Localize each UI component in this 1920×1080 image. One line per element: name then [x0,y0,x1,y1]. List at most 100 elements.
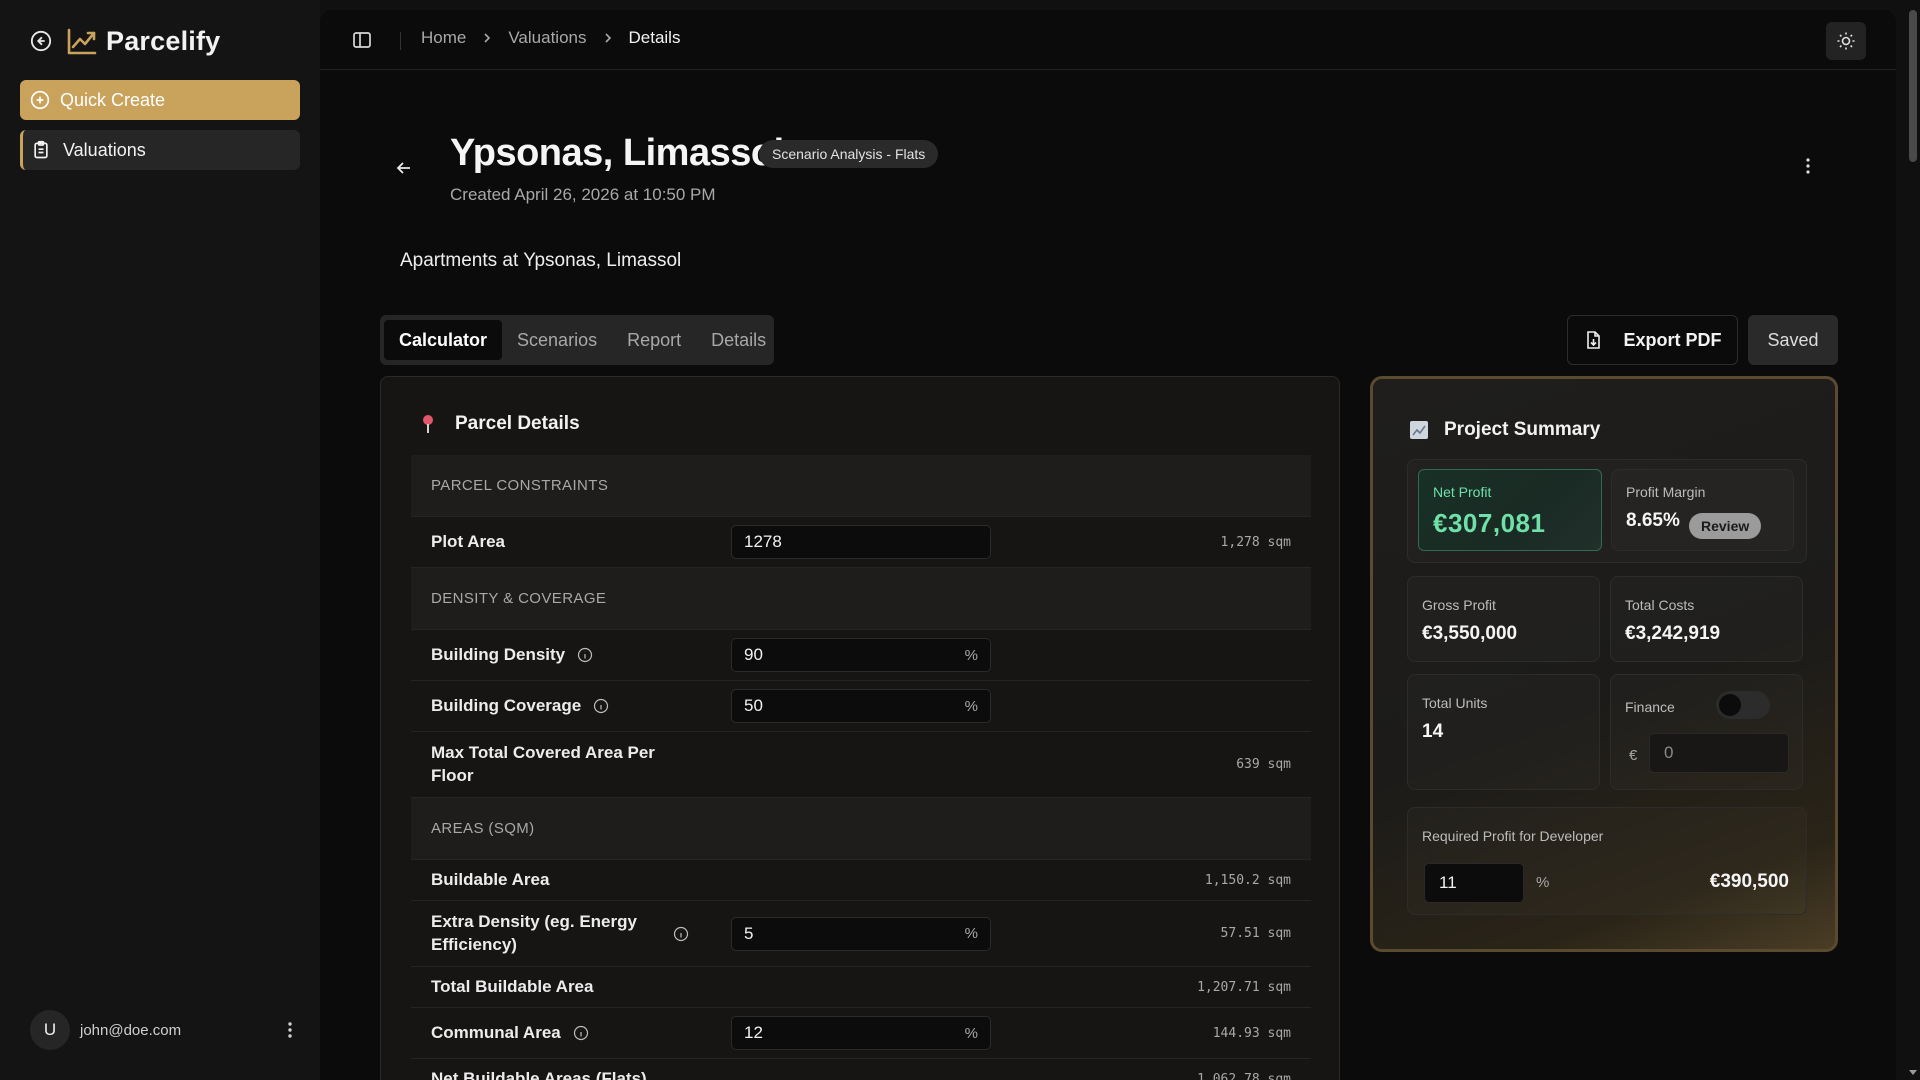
row-net-buildable-area: Net Buildable Areas (Flats) 1,062.78 sqm [411,1059,1311,1080]
required-profit-input[interactable]: 11 [1424,863,1524,903]
profit-margin-value: 8.65% [1626,510,1680,531]
page-scrollbar[interactable] [1906,0,1920,1080]
total-buildable-area-label: Total Buildable Area [431,976,594,996]
tab-scenarios[interactable]: Scenarios [502,320,612,360]
total-costs-label: Total Costs [1625,597,1695,613]
plot-area-input[interactable]: 1278 [731,525,991,559]
total-units-value: 14 [1422,721,1444,742]
total-costs-box: Total Costs €3,242,919 [1610,576,1803,662]
sun-icon [1837,32,1855,50]
building-coverage-input[interactable]: 50% [731,689,991,723]
saved-button[interactable]: Saved [1748,315,1838,365]
chart-icon [1410,421,1428,439]
back-circle-icon[interactable] [30,30,52,52]
building-density-input[interactable]: 90% [731,638,991,672]
tab-calculator[interactable]: Calculator [384,320,503,360]
communal-area-input[interactable]: 12% [731,1016,991,1050]
export-pdf-label: Export PDF [1623,329,1722,350]
info-icon[interactable] [573,1025,589,1041]
chart-line-logo-icon [67,28,97,55]
export-pdf-button[interactable]: Export PDF [1567,315,1738,365]
created-timestamp: Created April 26, 2026 at 10:50 PM [450,185,716,204]
back-arrow-icon[interactable] [394,158,414,178]
total-costs-value: €3,242,919 [1625,623,1721,644]
sidebar-toggle-icon[interactable] [352,30,372,50]
buildable-area-label: Buildable Area [431,869,550,889]
section-density-coverage: DENSITY & COVERAGE [411,568,1311,630]
extra-density-label: Extra Density (eg. Energy Efficiency) [431,912,637,954]
finance-label: Finance [1625,699,1675,715]
valuation-description: Apartments at Ypsonas, Limassol [400,250,682,271]
chevron-right-icon [484,33,491,43]
app-name: Parcelify [106,25,221,56]
quick-create-button[interactable]: Quick Create [20,80,300,120]
sidebar-item-valuations[interactable]: Valuations [20,130,300,170]
max-covered-area-computed: 639 sqm [1236,757,1291,772]
map-pin-icon [423,415,433,433]
required-profit-unit: % [1536,874,1550,891]
review-badge: Review [1689,513,1762,539]
top-bar: Home Valuations Details [320,10,1896,70]
info-icon[interactable] [673,926,689,942]
section-areas: AREAS (SQM) [411,798,1311,860]
profit-margin-label: Profit Margin [1626,484,1706,500]
row-plot-area: Plot Area 1278 1,278 sqm [411,517,1311,568]
breadcrumb: Home Valuations Details [421,28,680,48]
page-title: Ypsonas, Limassol [450,132,784,174]
buildable-area-computed: 1,150.2 sqm [1204,872,1291,888]
gross-profit-label: Gross Profit [1422,597,1496,613]
currency-symbol: € [1629,747,1638,764]
row-buildable-area: Buildable Area 1,150.2 sqm [411,860,1311,901]
required-profit-label: Required Profit for Developer [1422,828,1604,844]
clipboard-icon [34,140,48,159]
file-download-icon [1587,331,1601,349]
summary-title: Project Summary [1444,419,1601,440]
card-title: Parcel Details [455,413,580,434]
net-profit-value: €307,081 [1433,508,1546,538]
breadcrumb-valuations[interactable]: Valuations [508,28,586,48]
plus-circle-icon [30,90,50,110]
sidebar-item-label: Valuations [63,139,146,160]
parcel-details-header: Parcel Details [419,413,580,435]
total-units-box: Total Units 14 [1407,674,1600,790]
avatar: U [30,1010,70,1050]
sidebar: Parcelify Quick Create Valuations U john… [0,0,320,1080]
breadcrumb-home[interactable]: Home [421,28,466,48]
net-buildable-area-computed: 1,062.78 sqm [1197,1071,1291,1080]
project-summary-card: Project Summary Net Profit €307,081 Prof… [1370,376,1838,952]
theme-toggle-button[interactable] [1826,22,1866,60]
extra-density-input[interactable]: 5% [731,916,991,951]
info-icon[interactable] [577,647,593,663]
tab-report[interactable]: Report [612,320,696,360]
parcel-rows: PARCEL CONSTRAINTS Plot Area 1278 1,278 … [411,455,1311,1080]
building-coverage-label: Building Coverage [431,695,609,717]
building-density-label: Building Density [431,644,593,666]
plot-area-computed: 1,278 sqm [1220,534,1291,550]
communal-area-label: Communal Area [431,1022,589,1044]
net-buildable-area-label: Net Buildable Areas (Flats) [431,1068,647,1080]
scrollbar-thumb[interactable] [1909,10,1917,162]
project-summary-header: Project Summary [1410,419,1600,441]
brand: Parcelify [30,24,220,58]
chevron-right-icon [604,33,611,43]
finance-toggle[interactable] [1716,691,1770,719]
scenario-badge: Scenario Analysis - Flats [759,140,939,168]
divider [400,32,401,50]
row-total-buildable-area: Total Buildable Area 1,207.71 sqm [411,967,1311,1008]
communal-area-computed: 144.93 sqm [1212,1025,1291,1041]
user-menu[interactable]: U john@doe.com [30,1010,300,1050]
required-profit-value: €390,500 [1709,871,1789,892]
info-icon[interactable] [593,698,609,714]
tab-details[interactable]: Details [696,320,781,360]
extra-density-computed: 57.51 sqm [1220,926,1291,941]
row-max-covered-area: Max Total Covered Area Per Floor 639 sqm [411,732,1311,798]
finance-amount-input[interactable]: 0 [1649,733,1789,773]
more-vertical-icon[interactable] [280,1020,300,1040]
more-vertical-icon[interactable] [1798,156,1818,176]
tab-bar: Calculator Scenarios Report Details [380,315,774,365]
user-email: john@doe.com [80,1021,182,1039]
row-building-density: Building Density 90% [411,630,1311,681]
main-panel: Home Valuations Details Ypsonas, Limasso… [320,10,1896,1080]
scroll-down-icon[interactable] [1909,1068,1917,1076]
section-parcel-constraints: PARCEL CONSTRAINTS [411,455,1311,517]
